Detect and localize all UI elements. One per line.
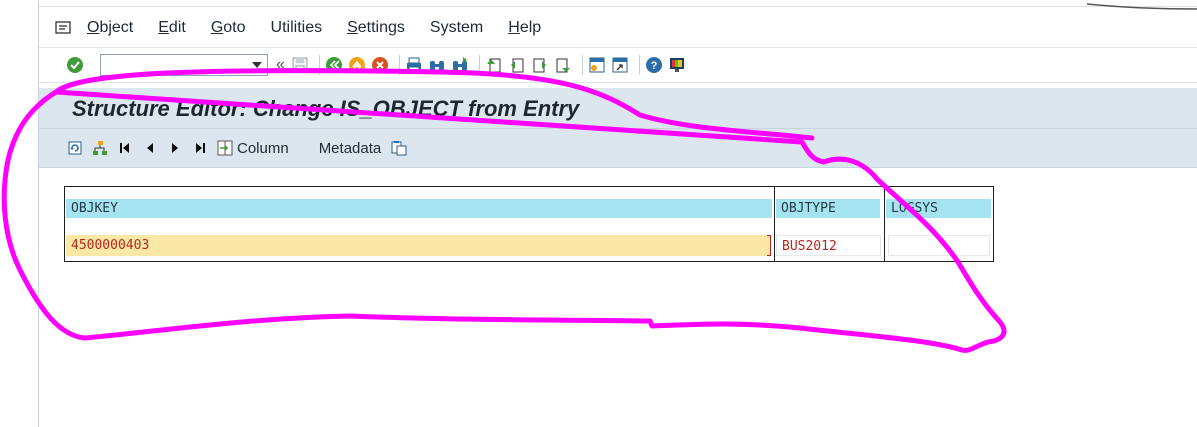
toolbar-separator: [398, 55, 400, 75]
system-menu-icon[interactable]: [55, 21, 73, 35]
menu-edit[interactable]: Edit: [158, 19, 186, 37]
toolbar-separator: [478, 55, 480, 75]
generate-shortcut-icon[interactable]: [611, 56, 629, 74]
application-toolbar: Column Metadata: [39, 129, 1197, 168]
svg-text:?: ?: [651, 60, 658, 72]
menu-settings[interactable]: Settings: [347, 19, 405, 37]
menu-utilities[interactable]: Utilities: [271, 19, 323, 37]
menu-bar: Object Edit Goto Utilities Settings Syst…: [39, 13, 1197, 43]
first-entry-icon[interactable]: [117, 140, 133, 156]
cell-logsys[interactable]: [888, 235, 990, 256]
find-icon[interactable]: [428, 56, 446, 74]
column-header-objkey[interactable]: OBJKEY: [66, 199, 772, 218]
column-header-logsys[interactable]: LOGSYS: [886, 199, 991, 218]
column-divider: [884, 187, 885, 261]
last-page-icon[interactable]: [554, 56, 572, 74]
cancel-icon[interactable]: [371, 56, 389, 74]
column-divider: [774, 187, 775, 261]
previous-entry-icon[interactable]: [142, 140, 158, 156]
collapse-chevron-icon[interactable]: «: [276, 56, 285, 74]
next-entry-icon[interactable]: [167, 140, 183, 156]
menu-system[interactable]: System: [430, 19, 483, 37]
window-corner-decoration: [1087, 3, 1197, 10]
exit-icon[interactable]: [348, 56, 366, 74]
back-icon[interactable]: [325, 56, 343, 74]
toolbar-separator: [581, 55, 583, 75]
print-icon[interactable]: [405, 56, 423, 74]
next-page-icon[interactable]: [531, 56, 549, 74]
customize-layout-icon[interactable]: [668, 56, 686, 74]
top-frame-border: [39, 0, 1197, 7]
command-field[interactable]: [100, 54, 268, 76]
last-entry-icon[interactable]: [192, 140, 208, 156]
save-icon[interactable]: [291, 56, 309, 74]
menu-help[interactable]: Help: [508, 19, 541, 37]
metadata-button[interactable]: Metadata: [319, 140, 382, 157]
create-session-icon[interactable]: [588, 56, 606, 74]
previous-page-icon[interactable]: [508, 56, 526, 74]
cell-objkey[interactable]: 4500000403: [66, 235, 770, 256]
cell-bracket-right: [767, 235, 771, 256]
column-icon[interactable]: [217, 140, 233, 156]
page-title: Structure Editor: Change IS_OBJECT from …: [72, 96, 580, 121]
title-bar: Structure Editor: Change IS_OBJECT from …: [39, 88, 1197, 129]
enter-checkmark-icon[interactable]: [66, 56, 84, 74]
column-header-objtype[interactable]: OBJTYPE: [776, 199, 880, 218]
toolbar-separator: [638, 55, 640, 75]
column-button[interactable]: Column: [237, 140, 289, 157]
structure-table: OBJKEY OBJTYPE LOGSYS 4500000403 BUS2012: [64, 186, 994, 262]
hierarchy-icon[interactable]: [92, 140, 108, 156]
cell-objtype[interactable]: BUS2012: [776, 235, 881, 256]
first-page-icon[interactable]: [485, 56, 503, 74]
menu-object[interactable]: Object: [87, 19, 133, 37]
clipboard-icon[interactable]: [391, 140, 407, 156]
refresh-icon[interactable]: [67, 140, 83, 156]
menu-goto[interactable]: Goto: [211, 19, 246, 37]
standard-toolbar: « ?: [39, 47, 1197, 83]
toolbar-separator: [318, 55, 320, 75]
help-icon[interactable]: ?: [645, 56, 663, 74]
find-next-icon[interactable]: [451, 56, 469, 74]
